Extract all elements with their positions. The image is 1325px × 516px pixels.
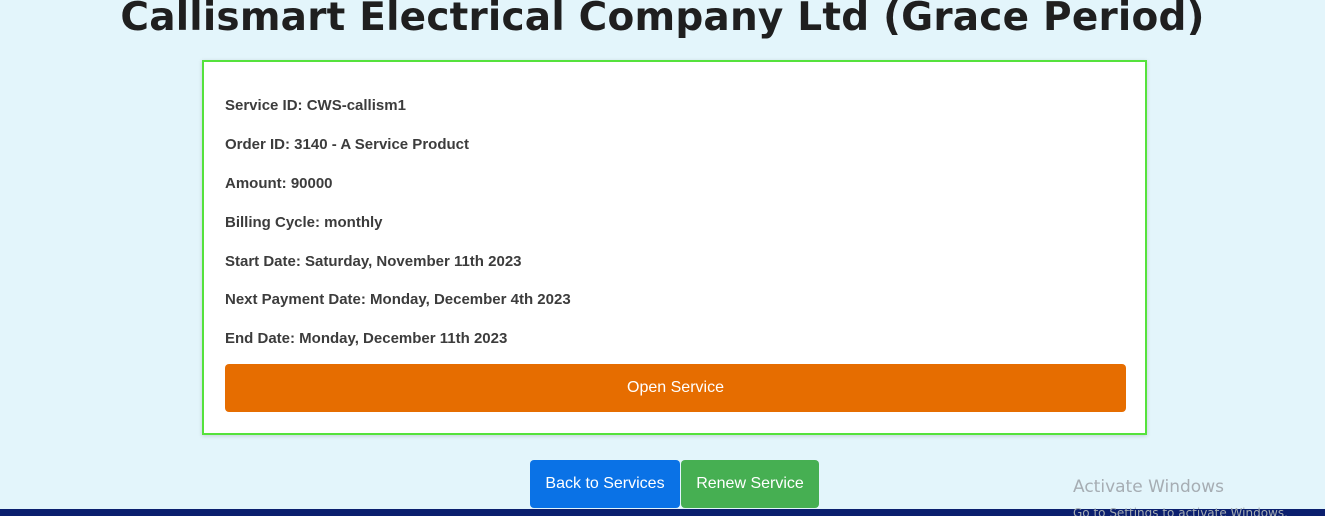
start-date: Start Date: Saturday, November 11th 2023 bbox=[225, 253, 522, 270]
back-to-services-button[interactable]: Back to Services bbox=[530, 460, 680, 508]
renew-service-button[interactable]: Renew Service bbox=[681, 460, 819, 508]
watermark-title: Activate Windows bbox=[1073, 477, 1224, 497]
service-details-card: Service ID: CWS-callism1 Order ID: 3140 … bbox=[202, 60, 1147, 435]
billing-cycle: Billing Cycle: monthly bbox=[225, 214, 383, 231]
amount: Amount: 90000 bbox=[225, 175, 333, 192]
page-title: Callismart Electrical Company Ltd (Grace… bbox=[120, 0, 1205, 40]
end-date: End Date: Monday, December 11th 2023 bbox=[225, 330, 508, 347]
service-id: Service ID: CWS-callism1 bbox=[225, 97, 406, 114]
open-service-button[interactable]: Open Service bbox=[225, 364, 1126, 412]
page: Callismart Electrical Company Ltd (Grace… bbox=[0, 0, 1325, 516]
taskbar bbox=[0, 509, 1325, 516]
order-id: Order ID: 3140 - A Service Product bbox=[225, 136, 469, 153]
next-payment-date: Next Payment Date: Monday, December 4th … bbox=[225, 291, 571, 308]
